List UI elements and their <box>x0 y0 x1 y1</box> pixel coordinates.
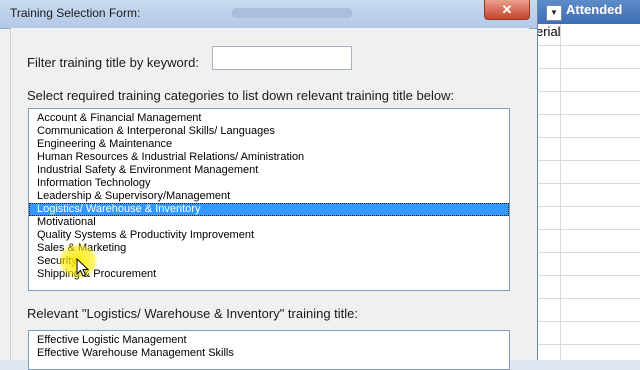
sheet-cell[interactable]: erial <box>536 24 561 39</box>
column-filter-dropdown-icon[interactable]: ▼ <box>546 5 562 21</box>
training-title-list-item[interactable]: Effective Logistic Management <box>29 334 509 347</box>
category-list-item[interactable]: Sales & Marketing <box>29 242 509 255</box>
category-list-item[interactable]: Leadership & Supervisory/Management <box>29 190 509 203</box>
titles-label: Relevant "Logistics/ Warehouse & Invento… <box>27 306 359 321</box>
category-list-item[interactable]: Security <box>29 255 509 268</box>
category-list-item[interactable]: Engineering & Maintenance <box>29 138 509 151</box>
dialog-titlebar[interactable]: Training Selection Form: ✕ <box>0 0 537 29</box>
category-list-item[interactable]: Motivational <box>29 216 509 229</box>
blurred-title-region <box>232 8 352 18</box>
categories-label: Select required training categories to l… <box>27 88 455 103</box>
close-button[interactable]: ✕ <box>484 0 530 20</box>
category-list-item[interactable]: Quality Systems & Productivity Improveme… <box>29 229 509 242</box>
filter-label: Filter training title by keyword: <box>27 55 199 70</box>
background-spreadsheet <box>530 0 640 360</box>
category-list-item[interactable]: Information Technology <box>29 177 509 190</box>
category-list-item[interactable]: Industrial Safety & Environment Manageme… <box>29 164 509 177</box>
training-titles-listbox[interactable]: Effective Logistic Management Effective W… <box>28 330 510 370</box>
training-title-list-item[interactable]: Effective Warehouse Management Skills <box>29 347 509 360</box>
categories-listbox[interactable]: Account & Financial Management Communicat… <box>28 108 510 291</box>
training-selection-dialog: Training Selection Form: ✕ Filter traini… <box>0 0 538 370</box>
category-list-item[interactable]: Logistics/ Warehouse & Inventory <box>29 203 509 216</box>
attended-column-header[interactable]: Attended <box>566 2 622 17</box>
category-list-item[interactable]: Communication & Interperonal Skills/ Lan… <box>29 125 509 138</box>
category-list-item[interactable]: Shipping & Procurement <box>29 268 509 281</box>
dialog-title: Training Selection Form: <box>10 6 141 20</box>
keyword-filter-input[interactable] <box>212 46 352 70</box>
mouse-pointer-icon <box>76 258 90 277</box>
category-list-item[interactable]: Human Resources & Industrial Relations/ … <box>29 151 509 164</box>
category-list-item[interactable]: Account & Financial Management <box>29 112 509 125</box>
